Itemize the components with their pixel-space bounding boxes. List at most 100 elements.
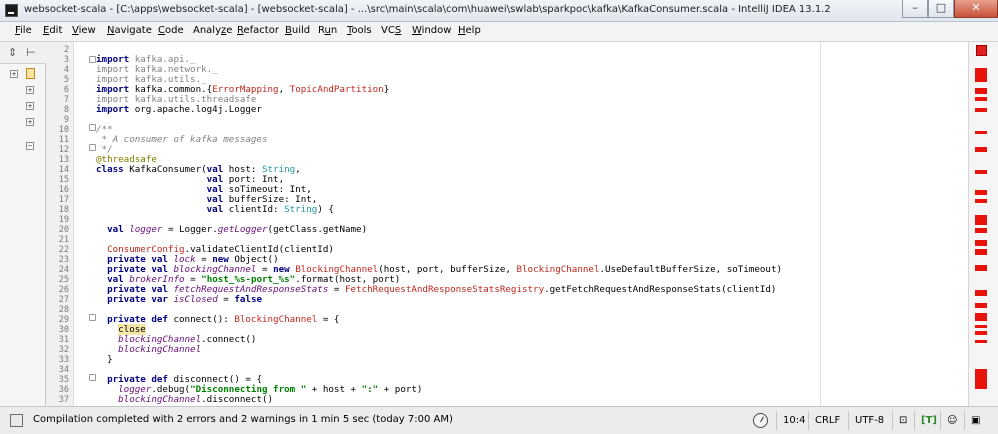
- tool-windows-icon[interactable]: [10, 414, 23, 427]
- file-encoding[interactable]: UTF-8: [848, 411, 892, 430]
- code-token: private var: [107, 294, 174, 305]
- hector-icon[interactable]: ☺: [940, 411, 964, 430]
- line-number: 10: [58, 125, 69, 135]
- line-number: 36: [58, 385, 69, 395]
- line-number: 7: [63, 95, 69, 105]
- error-stripe-mark[interactable]: [975, 131, 987, 134]
- fold-toggle-icon[interactable]: [89, 56, 96, 63]
- error-stripe-mark[interactable]: [975, 68, 987, 76]
- menu-item[interactable]: Edit: [43, 25, 62, 36]
- code-token: import: [96, 104, 135, 115]
- code-token: String: [284, 204, 318, 215]
- menu-item[interactable]: Refactor: [237, 25, 279, 36]
- error-stripe-mark[interactable]: [975, 215, 987, 225]
- menu-item[interactable]: Help: [458, 25, 481, 36]
- fold-toggle-icon[interactable]: [89, 314, 96, 321]
- line-separator[interactable]: CRLF: [808, 411, 848, 430]
- error-stripe-mark[interactable]: [975, 240, 987, 246]
- error-stripe-mark[interactable]: [975, 325, 987, 328]
- error-stripe-mark[interactable]: [975, 228, 987, 233]
- error-stripe-mark[interactable]: [975, 88, 987, 94]
- menu-item[interactable]: Navigate: [107, 25, 152, 36]
- error-stripe-mark[interactable]: [975, 317, 987, 321]
- code-token: (getClass.getName): [267, 224, 368, 235]
- error-stripe-mark[interactable]: [975, 340, 987, 343]
- tree-collapse-icon[interactable]: −: [26, 142, 34, 150]
- fold-toggle-icon[interactable]: [89, 374, 96, 381]
- intellij-app-icon: [5, 4, 18, 17]
- code-token: .disconnect(): [201, 394, 274, 405]
- minimize-button[interactable]: –: [902, 0, 928, 18]
- menu-item[interactable]: File: [15, 25, 32, 36]
- line-number: 30: [58, 325, 69, 335]
- menu-item[interactable]: Code: [158, 25, 184, 36]
- menu-item[interactable]: Run: [318, 25, 337, 36]
- project-toolbar: ⇕ ⊢: [0, 42, 46, 64]
- error-stripe-mark[interactable]: [975, 290, 987, 296]
- tree-expand-icon[interactable]: +: [26, 118, 34, 126]
- line-number: 28: [58, 305, 69, 315]
- caret-position[interactable]: 10:4: [776, 411, 808, 430]
- error-stripe-mark[interactable]: [975, 170, 987, 174]
- menu-item[interactable]: Analyze: [193, 25, 232, 36]
- collapse-all-icon[interactable]: ⇕: [8, 46, 17, 59]
- line-number: 34: [58, 365, 69, 375]
- tree-expand-icon[interactable]: +: [10, 70, 18, 78]
- inspection-indicator[interactable]: [T]: [914, 411, 940, 430]
- code-token: isClosed: [173, 294, 218, 305]
- line-number: 8: [63, 105, 69, 115]
- code-token: BlockingChannel: [516, 264, 600, 275]
- code-line: val clientId: String) {: [96, 205, 334, 215]
- error-stripe-mark[interactable]: [975, 76, 987, 82]
- error-stripe-mark[interactable]: [975, 199, 987, 203]
- settings-icon[interactable]: ⊢: [26, 46, 36, 59]
- code-token: FetchRequestAndResponseStatsRegistry: [344, 284, 545, 295]
- menu-item[interactable]: Window: [412, 25, 451, 36]
- status-message[interactable]: Compilation completed with 2 errors and …: [33, 414, 453, 425]
- error-stripe-mark[interactable]: [975, 331, 987, 335]
- maximize-button[interactable]: □: [928, 0, 954, 18]
- code-line: * A consumer of kafka messages: [96, 135, 268, 145]
- memory-indicator-icon[interactable]: [753, 413, 768, 428]
- line-number: 35: [58, 375, 69, 385]
- line-number: 19: [58, 215, 69, 225]
- tree-expand-icon[interactable]: +: [26, 86, 34, 94]
- line-number: 31: [58, 335, 69, 345]
- line-number: 32: [58, 345, 69, 355]
- error-stripe-mark[interactable]: [975, 190, 987, 195]
- error-stripe-mark[interactable]: [975, 108, 987, 112]
- window-title-bar: websocket-scala - [C:\apps\websocket-sca…: [0, 0, 998, 22]
- error-stripe-mark[interactable]: [975, 303, 987, 308]
- menu-item[interactable]: Tools: [347, 25, 372, 36]
- code-editor[interactable]: import kafka.api._ import kafka.network._…: [96, 42, 968, 406]
- error-stripe-mark[interactable]: [975, 369, 987, 389]
- code-token: }: [96, 354, 113, 365]
- code-line: private var isClosed = false: [96, 295, 262, 305]
- line-number: 22: [58, 245, 69, 255]
- tree-expand-icon[interactable]: +: [26, 102, 34, 110]
- window-controls: – □ ✕: [902, 0, 998, 20]
- code-line: blockingChannel.disconnect(): [96, 395, 273, 405]
- code-token: .UseDefaultBufferSize, soTimeout): [599, 264, 783, 275]
- line-number: 27: [58, 295, 69, 305]
- menu-item[interactable]: VCS: [381, 25, 401, 36]
- line-number: 14: [58, 165, 69, 175]
- error-stripe-mark[interactable]: [975, 249, 987, 255]
- line-number: 37: [58, 395, 69, 405]
- error-stripe-mark[interactable]: [975, 97, 987, 101]
- lock-icon[interactable]: ⊡: [892, 411, 914, 430]
- code-token: =: [217, 294, 235, 305]
- error-indicator-icon[interactable]: [976, 45, 987, 56]
- error-stripe-mark[interactable]: [975, 265, 987, 271]
- fold-toggle-icon[interactable]: [89, 124, 96, 131]
- menu-item[interactable]: View: [72, 25, 96, 36]
- event-log-icon[interactable]: ▣: [964, 411, 998, 430]
- error-stripe-mark[interactable]: [975, 147, 987, 152]
- fold-toggle-icon[interactable]: [89, 144, 96, 151]
- close-button[interactable]: ✕: [954, 0, 998, 18]
- code-token: BlockingChannel: [234, 314, 318, 325]
- menu-item[interactable]: Build: [285, 25, 310, 36]
- code-token: org.apache.log4j.Logger: [134, 104, 262, 115]
